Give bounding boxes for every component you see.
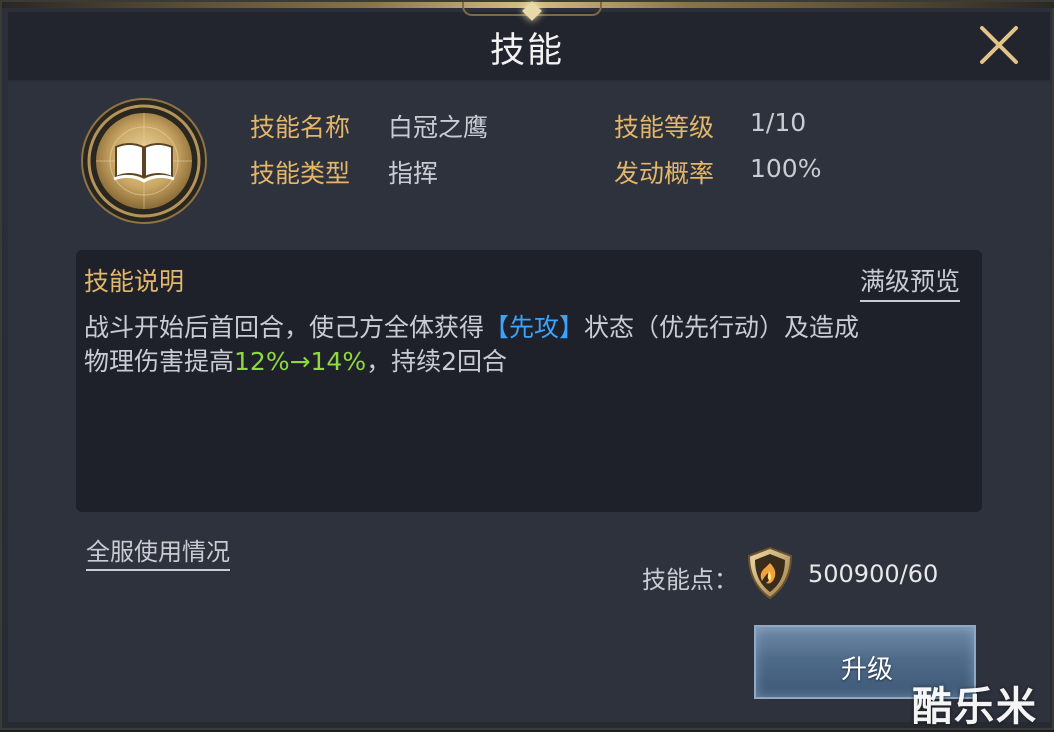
max-level-preview-link[interactable]: 满级预览 (860, 262, 961, 302)
description-text: 状态（优先行动）及造成 (584, 313, 860, 342)
skill-name-label: 技能名称 (250, 113, 351, 142)
trigger-rate-label: 发动概率 (614, 159, 715, 188)
skill-points-value: 500900/60 (808, 560, 939, 588)
skill-name-value: 白冠之鹰 (388, 113, 489, 142)
trigger-rate-value: 100% (750, 154, 822, 183)
skill-points-icon (744, 545, 796, 601)
server-usage-link[interactable]: 全服使用情况 (86, 532, 230, 571)
description-panel (76, 250, 982, 512)
description-line-1: 战斗开始后首回合，使己方全体获得【先攻】状态（优先行动）及造成 (84, 308, 859, 344)
book-icon (81, 98, 207, 224)
bonus-value: 12%→14% (234, 347, 367, 376)
skill-icon (80, 97, 208, 225)
close-icon (980, 26, 1018, 64)
skill-level-label: 技能等级 (614, 113, 715, 142)
dialog-title: 技能 (489, 31, 564, 71)
flame-shield-icon (747, 546, 793, 600)
description-title: 技能说明 (84, 267, 185, 296)
skill-type-label: 技能类型 (250, 159, 351, 188)
skill-level-value: 1/10 (750, 108, 807, 137)
description-text: ，持续2回合 (366, 347, 508, 376)
description-text: 物理伤害提高 (84, 347, 235, 376)
description-text: 战斗开始后首回合，使己方全体获得 (84, 313, 485, 342)
skill-points-label: 技能点： (642, 566, 738, 594)
watermark: 酷乐米 (912, 684, 1038, 730)
close-button[interactable] (976, 22, 1022, 68)
status-keyword: 【先攻】 (484, 313, 585, 342)
skill-type-value: 指挥 (388, 159, 439, 188)
description-line-2: 物理伤害提高12%→14%，持续2回合 (84, 342, 507, 378)
